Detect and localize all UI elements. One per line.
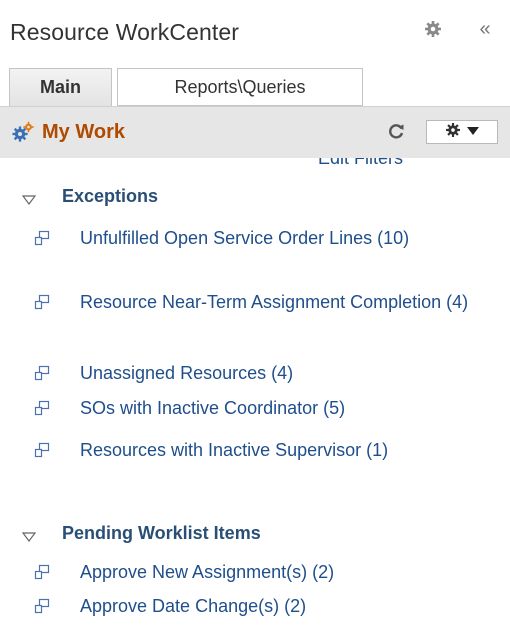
- item-link[interactable]: Resources with Inactive Supervisor (1): [80, 436, 388, 464]
- section-header-exceptions[interactable]: Exceptions: [21, 186, 159, 207]
- edit-filters-link[interactable]: Edit Filters: [318, 158, 403, 169]
- tab-reports-queries[interactable]: Reports\Queries: [117, 68, 363, 106]
- gear-icon[interactable]: [424, 20, 442, 38]
- gears-icon: [11, 121, 35, 145]
- item-link[interactable]: SOs with Inactive Coordinator (5): [80, 394, 345, 422]
- section-title-pending-worklist-items: Pending Worklist Items: [62, 523, 261, 543]
- list-item[interactable]: SOs with Inactive Coordinator (5): [34, 394, 484, 422]
- section-title-exceptions: Exceptions: [62, 186, 159, 206]
- list-item[interactable]: Unassigned Resources (4): [34, 359, 484, 387]
- item-link[interactable]: Approve Date Change(s) (2): [80, 592, 306, 620]
- item-link[interactable]: Unfulfilled Open Service Order Lines (10…: [80, 224, 409, 252]
- item-link[interactable]: Approve New Assignment(s) (2): [80, 558, 334, 586]
- list-item[interactable]: Resources with Inactive Supervisor (1): [34, 436, 484, 464]
- resource-workcenter-panel: Resource WorkCenter « Main Reports\Queri…: [0, 0, 510, 630]
- my-work-bar: My Work: [0, 106, 510, 158]
- double-chevron-left-icon[interactable]: «: [476, 19, 494, 39]
- worklist-icon: [34, 598, 50, 614]
- actions-menu-button[interactable]: [426, 120, 498, 144]
- worklist-icon: [34, 294, 50, 310]
- tab-main[interactable]: Main: [9, 68, 112, 106]
- worklist-icon: [34, 365, 50, 381]
- worklist-icon: [34, 442, 50, 458]
- refresh-icon[interactable]: [386, 121, 406, 141]
- workcenter-tabs: Main Reports\Queries: [9, 68, 509, 106]
- caret-down-icon: [466, 123, 480, 141]
- my-work-content: Edit Filters Exceptions Unfulfilled Open…: [0, 158, 510, 630]
- worklist-icon: [34, 564, 50, 580]
- list-item[interactable]: Unfulfilled Open Service Order Lines (10…: [34, 224, 484, 252]
- my-work-title[interactable]: My Work: [42, 121, 125, 144]
- section-header-pending-worklist-items[interactable]: Pending Worklist Items: [21, 523, 261, 544]
- triangle-down-icon: [21, 192, 37, 205]
- item-link[interactable]: Unassigned Resources (4): [80, 359, 293, 387]
- list-item[interactable]: Approve New Assignment(s) (2): [34, 558, 484, 586]
- list-item[interactable]: Approve Date Change(s) (2): [34, 592, 484, 620]
- triangle-down-icon: [21, 529, 37, 542]
- list-item[interactable]: Resource Near-Term Assignment Completion…: [34, 288, 484, 316]
- workcenter-title: Resource WorkCenter: [10, 19, 240, 45]
- worklist-icon: [34, 230, 50, 246]
- pagelet-header: Resource WorkCenter «: [0, 0, 510, 62]
- worklist-icon: [34, 400, 50, 416]
- gear-icon: [445, 122, 461, 143]
- item-link[interactable]: Resource Near-Term Assignment Completion…: [80, 288, 468, 316]
